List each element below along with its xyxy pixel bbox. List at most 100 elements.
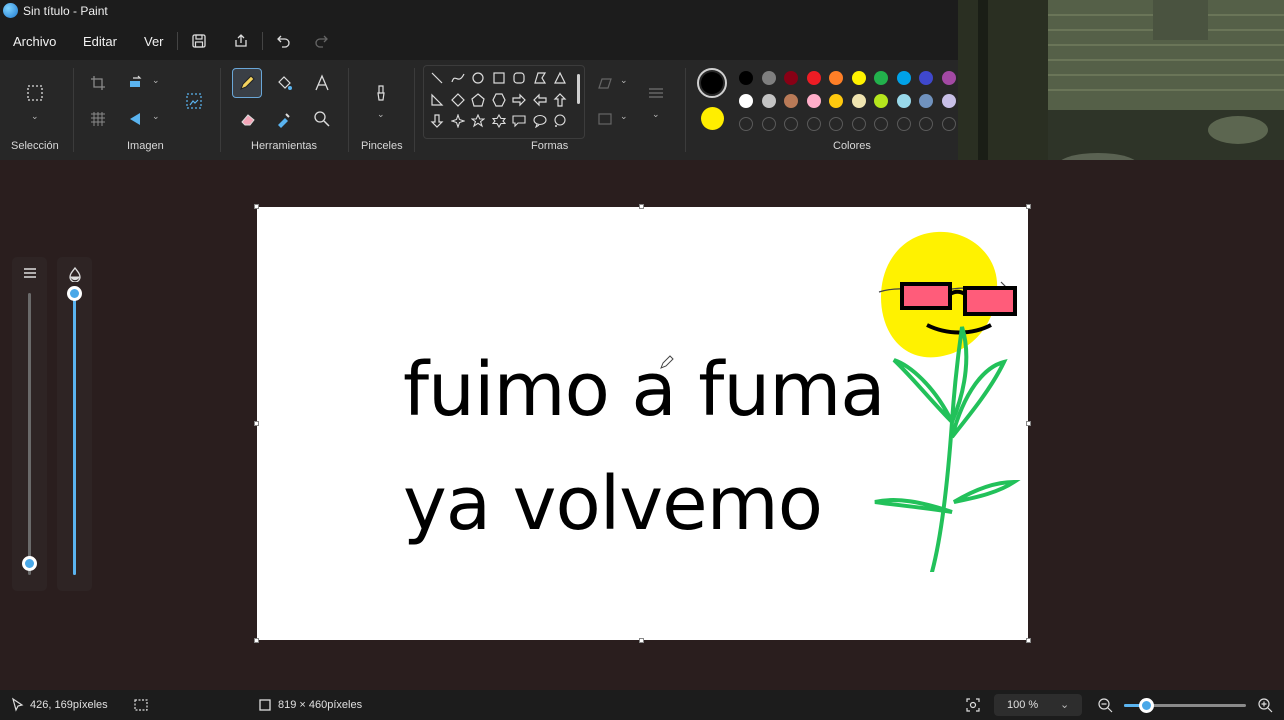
select-rectangle-icon[interactable]: [21, 79, 49, 107]
color-swatch[interactable]: [761, 94, 776, 108]
chevron-down-icon[interactable]: ⌄: [620, 75, 628, 86]
arrow-left-shape-icon[interactable]: [531, 91, 549, 109]
color-swatch[interactable]: [761, 71, 776, 85]
shape-outline-icon[interactable]: [591, 69, 619, 97]
triangle-shape-icon[interactable]: [551, 69, 569, 87]
custom-color-slot[interactable]: [829, 117, 843, 131]
custom-color-slot[interactable]: [941, 117, 956, 131]
shapes-scrollbar[interactable]: [577, 74, 580, 104]
drawing-canvas[interactable]: fuimo a fuma ya volvemo: [257, 207, 1028, 640]
six-point-star-shape-icon[interactable]: [490, 112, 508, 130]
color-swatch[interactable]: [739, 94, 753, 108]
resize-handle-top-left[interactable]: [254, 204, 259, 209]
color-swatch[interactable]: [829, 94, 843, 108]
five-point-star-shape-icon[interactable]: [469, 112, 487, 130]
color-swatch[interactable]: [896, 94, 911, 108]
eraser-icon[interactable]: [234, 105, 262, 133]
text-tool-icon[interactable]: [308, 69, 336, 97]
undo-icon[interactable]: [274, 31, 294, 51]
rounded-rectangle-shape-icon[interactable]: [510, 69, 528, 87]
custom-color-slot[interactable]: [761, 117, 776, 131]
chevron-down-icon[interactable]: ⌄: [620, 111, 628, 122]
color-swatch[interactable]: [874, 94, 888, 108]
opacity-slider-thumb[interactable]: [67, 286, 82, 301]
zoom-select[interactable]: 100 % ⌄: [994, 694, 1082, 716]
zoom-slider-thumb[interactable]: [1138, 698, 1154, 713]
arrow-up-shape-icon[interactable]: [551, 91, 569, 109]
arrow-down-shape-icon[interactable]: [428, 112, 446, 130]
right-triangle-shape-icon[interactable]: [428, 91, 446, 109]
color-swatch[interactable]: [919, 71, 933, 85]
color-swatch[interactable]: [851, 71, 866, 85]
custom-color-slot[interactable]: [919, 117, 933, 131]
color-swatch[interactable]: [851, 94, 866, 108]
line-thickness-icon[interactable]: [642, 79, 670, 107]
color-swatch[interactable]: [941, 71, 956, 85]
shape-fill-icon[interactable]: [591, 105, 619, 133]
zoom-out-icon[interactable]: [1097, 697, 1113, 713]
color-swatch[interactable]: [941, 94, 956, 108]
color2-selector[interactable]: [701, 107, 724, 130]
oval-callout-shape-icon[interactable]: [531, 112, 549, 130]
color-swatch[interactable]: [806, 94, 821, 108]
color-swatch[interactable]: [806, 71, 821, 85]
resize-handle-bottom-right[interactable]: [1026, 638, 1031, 643]
color-swatch[interactable]: [829, 71, 843, 85]
brush-icon[interactable]: [367, 79, 395, 107]
save-icon[interactable]: [189, 31, 209, 51]
color1-selector[interactable]: [697, 68, 727, 98]
color-swatch[interactable]: [919, 94, 933, 108]
oval-shape-icon[interactable]: [469, 69, 487, 87]
custom-color-slot[interactable]: [851, 117, 866, 131]
arrow-right-shape-icon[interactable]: [510, 91, 528, 109]
size-slider-thumb[interactable]: [22, 556, 37, 571]
color-swatch[interactable]: [784, 71, 798, 85]
custom-color-slot[interactable]: [806, 117, 821, 131]
chevron-down-icon[interactable]: ⌄: [377, 109, 385, 120]
flip-icon[interactable]: [122, 105, 150, 133]
diamond-shape-icon[interactable]: [449, 91, 467, 109]
rotate-icon[interactable]: [122, 69, 150, 97]
share-icon[interactable]: [231, 31, 251, 51]
line-shape-icon[interactable]: [428, 69, 446, 87]
custom-color-slot[interactable]: [874, 117, 888, 131]
rectangle-shape-icon[interactable]: [490, 69, 508, 87]
fit-to-window-icon[interactable]: [965, 697, 981, 713]
fill-bucket-icon[interactable]: [270, 69, 298, 97]
resize-handle-left[interactable]: [254, 421, 259, 426]
color-swatch[interactable]: [896, 71, 911, 85]
resize-handle-top-right[interactable]: [1026, 204, 1031, 209]
menu-view[interactable]: Ver: [144, 34, 164, 49]
image-select-icon[interactable]: [180, 87, 208, 115]
chevron-down-icon[interactable]: ⌄: [152, 111, 160, 122]
pentagon-shape-icon[interactable]: [469, 91, 487, 109]
hexagon-shape-icon[interactable]: [490, 91, 508, 109]
resize-icon[interactable]: [84, 105, 112, 133]
color-swatch[interactable]: [739, 71, 753, 85]
chevron-down-icon[interactable]: ⌄: [31, 111, 39, 122]
color-picker-icon[interactable]: [270, 105, 298, 133]
chevron-down-icon[interactable]: ⌄: [152, 75, 160, 86]
color-swatch[interactable]: [784, 94, 798, 108]
size-slider-track[interactable]: [28, 293, 31, 575]
curve-shape-icon[interactable]: [449, 69, 467, 87]
custom-color-slot[interactable]: [784, 117, 798, 131]
rect-callout-shape-icon[interactable]: [510, 112, 528, 130]
chevron-down-icon[interactable]: ⌄: [652, 109, 660, 120]
resize-handle-top[interactable]: [639, 204, 644, 209]
resize-handle-bottom[interactable]: [639, 638, 644, 643]
cloud-callout-shape-icon[interactable]: [551, 112, 569, 130]
four-point-star-shape-icon[interactable]: [449, 112, 467, 130]
crop-icon[interactable]: [84, 69, 112, 97]
custom-color-slot[interactable]: [896, 117, 911, 131]
magnifier-icon[interactable]: [308, 105, 336, 133]
color-swatch[interactable]: [874, 71, 888, 85]
resize-handle-bottom-left[interactable]: [254, 638, 259, 643]
polygon-shape-icon[interactable]: [531, 69, 549, 87]
pencil-icon[interactable]: [232, 68, 262, 98]
custom-color-slot[interactable]: [739, 117, 753, 131]
menu-file[interactable]: Archivo: [13, 34, 56, 49]
redo-icon[interactable]: [311, 31, 331, 51]
menu-edit[interactable]: Editar: [83, 34, 117, 49]
zoom-in-icon[interactable]: [1257, 697, 1273, 713]
